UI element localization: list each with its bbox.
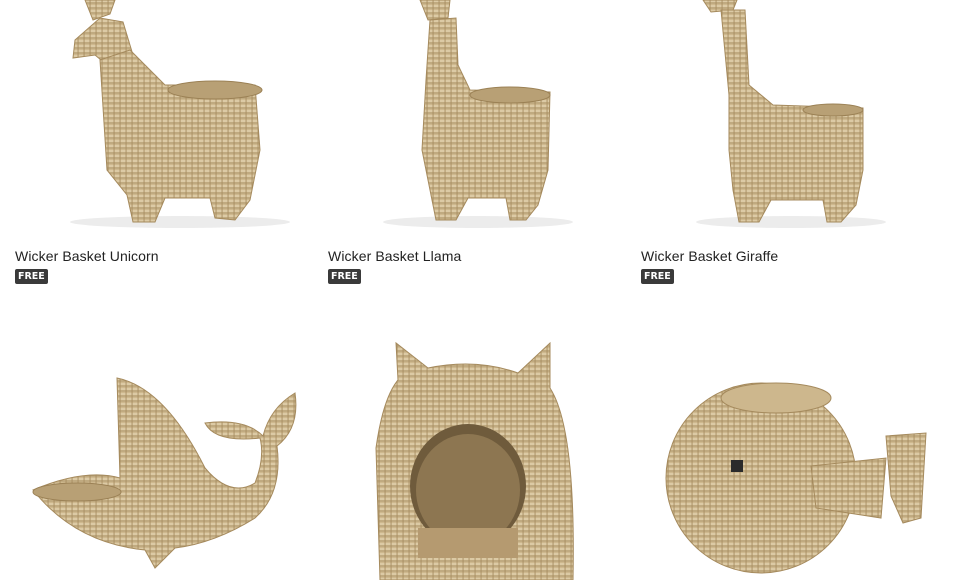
- free-badge: FREE: [641, 269, 674, 284]
- product-card-fish[interactable]: [641, 318, 935, 580]
- fish-basket-image[interactable]: [641, 318, 935, 580]
- product-card-whale[interactable]: [15, 318, 309, 580]
- free-badge: FREE: [328, 269, 361, 284]
- whale-basket-image[interactable]: [15, 318, 309, 580]
- llama-basket-image[interactable]: [328, 0, 622, 240]
- cat-house-basket-image[interactable]: [328, 318, 622, 580]
- free-badge: FREE: [15, 269, 48, 284]
- product-card-cat-house[interactable]: [328, 318, 622, 580]
- unicorn-basket-image[interactable]: [15, 0, 309, 240]
- product-card-unicorn[interactable]: Wicker Basket Unicorn FREE: [15, 0, 309, 284]
- product-title[interactable]: Wicker Basket Llama: [328, 248, 461, 264]
- product-card-giraffe[interactable]: Wicker Basket Giraffe FREE: [641, 0, 935, 284]
- giraffe-basket-image[interactable]: [641, 0, 935, 240]
- product-title[interactable]: Wicker Basket Giraffe: [641, 248, 778, 264]
- product-card-llama[interactable]: Wicker Basket Llama FREE: [328, 0, 622, 284]
- product-title[interactable]: Wicker Basket Unicorn: [15, 248, 159, 264]
